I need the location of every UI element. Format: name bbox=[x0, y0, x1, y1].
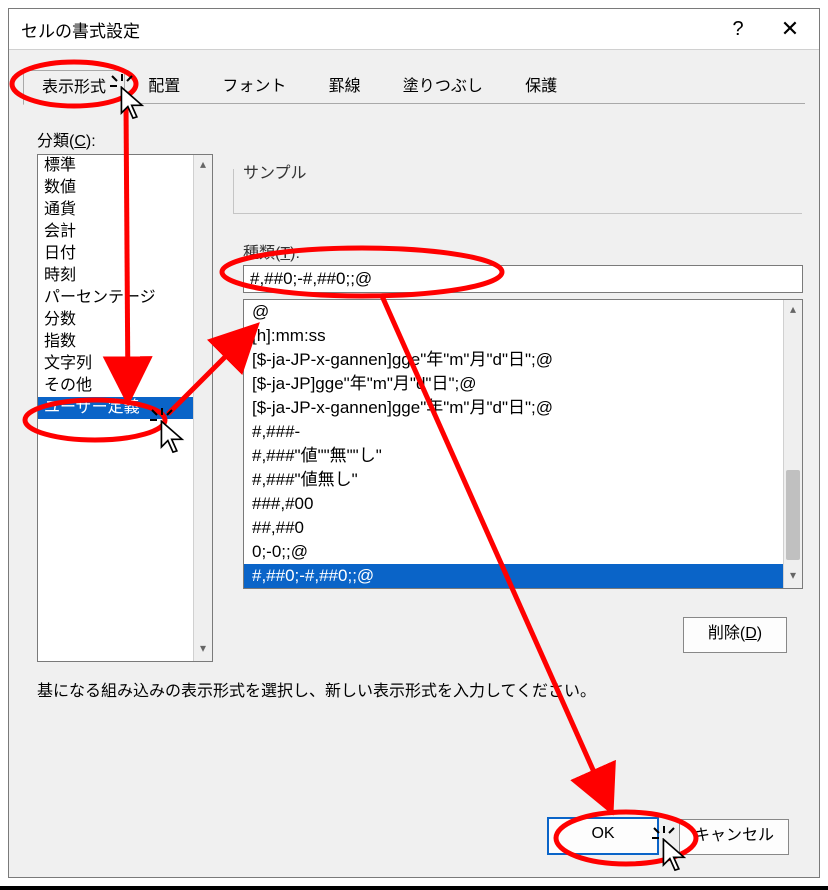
category-item-percentage[interactable]: パーセンテージ bbox=[38, 287, 212, 309]
tab-font[interactable]: フォント bbox=[203, 69, 305, 104]
tab-fill[interactable]: 塗りつぶし bbox=[384, 69, 502, 104]
category-item-scientific[interactable]: 指数 bbox=[38, 331, 212, 353]
category-item-custom[interactable]: ユーザー定義 bbox=[38, 397, 212, 419]
type-row[interactable]: #,##0;-#,##0;;@ bbox=[244, 564, 802, 588]
type-row[interactable]: ##,##0 bbox=[244, 516, 802, 540]
click-effect-icon bbox=[148, 406, 176, 434]
cancel-button[interactable]: キャンセル bbox=[679, 819, 789, 855]
type-row[interactable]: [$-ja-JP-x-gannen]gge"年"m"月"d"日";@ bbox=[244, 396, 802, 420]
type-row[interactable]: ###,#00 bbox=[244, 492, 802, 516]
category-item-date[interactable]: 日付 bbox=[38, 243, 212, 265]
category-item-special[interactable]: その他 bbox=[38, 375, 212, 397]
scroll-up-icon[interactable]: ▴ bbox=[784, 302, 802, 320]
scroll-up-icon[interactable]: ▴ bbox=[194, 157, 212, 175]
type-row[interactable]: 0;-0;;@ bbox=[244, 540, 802, 564]
category-label: 分類(C): bbox=[37, 127, 96, 151]
titlebar: セルの書式設定 ? ✕ bbox=[9, 9, 819, 50]
category-item-standard[interactable]: 標準 bbox=[38, 155, 212, 177]
delete-button[interactable]: 削除(D) bbox=[683, 617, 787, 653]
sample-box bbox=[233, 169, 802, 214]
type-list[interactable]: @ [h]:mm:ss [$-ja-JP-x-gannen]gge"年"m"月"… bbox=[243, 299, 803, 589]
tab-border[interactable]: 罫線 bbox=[310, 69, 380, 104]
category-item-fraction[interactable]: 分数 bbox=[38, 309, 212, 331]
category-item-time[interactable]: 時刻 bbox=[38, 265, 212, 287]
scroll-down-icon[interactable]: ▾ bbox=[194, 641, 212, 659]
close-button[interactable]: ✕ bbox=[767, 9, 813, 49]
help-button[interactable]: ? bbox=[715, 9, 761, 49]
type-row[interactable]: [h]:mm:ss bbox=[244, 324, 802, 348]
hint-text: 基になる組み込みの表示形式を選択し、新しい表示形式を入力してください。 bbox=[37, 677, 596, 701]
scroll-thumb[interactable] bbox=[786, 470, 800, 560]
type-row[interactable]: [$-ja-JP]gge"年"m"月"d"日";@ bbox=[244, 372, 802, 396]
type-row[interactable]: @ bbox=[244, 300, 802, 324]
format-cells-dialog: セルの書式設定 ? ✕ 表示形式 配置 フォント 罫線 塗りつぶし 保護 分類(… bbox=[8, 8, 820, 878]
type-scrollbar[interactable]: ▴ ▾ bbox=[783, 300, 802, 588]
category-scrollbar[interactable]: ▴ ▾ bbox=[193, 155, 212, 661]
click-effect-icon bbox=[108, 72, 136, 100]
ok-button[interactable]: OK bbox=[547, 817, 659, 855]
type-row[interactable]: #,###"値""無""し" bbox=[244, 444, 802, 468]
window-title: セルの書式設定 bbox=[21, 17, 140, 42]
type-label: 種類(T): bbox=[243, 239, 300, 263]
scroll-down-icon[interactable]: ▾ bbox=[784, 568, 802, 586]
category-item-number[interactable]: 数値 bbox=[38, 177, 212, 199]
type-row[interactable]: #,###- bbox=[244, 420, 802, 444]
category-item-text[interactable]: 文字列 bbox=[38, 353, 212, 375]
category-item-accounting[interactable]: 会計 bbox=[38, 221, 212, 243]
category-item-currency[interactable]: 通貨 bbox=[38, 199, 212, 221]
tab-protection[interactable]: 保護 bbox=[506, 69, 576, 104]
type-row[interactable]: [$-ja-JP-x-gannen]gge"年"m"月"d"日";@ bbox=[244, 348, 802, 372]
sample-label: サンプル bbox=[243, 159, 307, 183]
click-effect-icon bbox=[650, 824, 678, 852]
type-row[interactable]: #,###"値無し" bbox=[244, 468, 802, 492]
category-list[interactable]: 標準 数値 通貨 会計 日付 時刻 パーセンテージ 分数 指数 文字列 その他 … bbox=[37, 154, 213, 662]
type-input[interactable] bbox=[243, 265, 803, 293]
